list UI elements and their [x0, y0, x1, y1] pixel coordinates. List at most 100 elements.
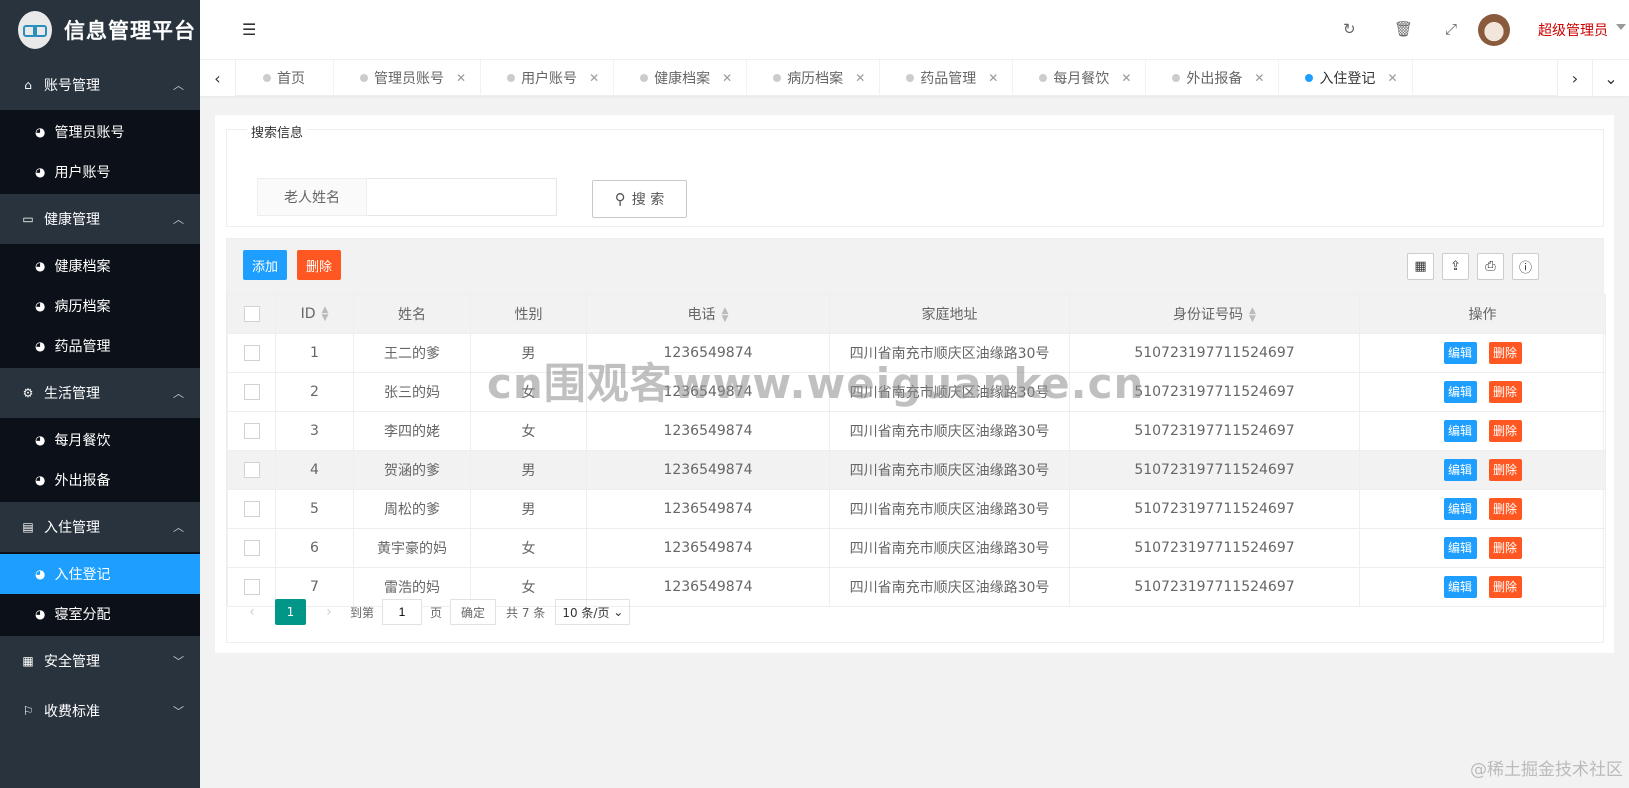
chevron-right-icon[interactable]: › [1557, 60, 1593, 96]
table-row[interactable]: 4 贺涵的爹男 1236549874 四川省南充市顺庆区油缘路30号 510723197… [227, 450, 1606, 490]
page-size-select[interactable]: 10 条/页 ⌄ [555, 599, 631, 625]
menu-head-fees[interactable]: ⚐ 收费标准 ﹀ [0, 686, 200, 736]
sidebar-item-checkin-register[interactable]: ◕ 入住登记 [0, 554, 200, 594]
sidebar-item-room-assign[interactable]: ◕ 寝室分配 [0, 594, 200, 634]
close-icon[interactable]: ✕ [988, 71, 998, 85]
tab-checkin-register[interactable]: 入住登记 ✕ [1279, 60, 1413, 96]
select-all-checkbox[interactable] [243, 306, 260, 322]
next-page-icon[interactable]: › [316, 604, 342, 620]
close-icon[interactable]: ✕ [855, 71, 865, 85]
row-checkbox[interactable] [243, 501, 260, 517]
tab-home[interactable]: 首页 [237, 60, 334, 96]
edit-button[interactable]: 编辑 [1443, 459, 1477, 481]
delete-button[interactable]: 删除 [297, 250, 341, 280]
cell-actions: 编辑 删除 [1359, 372, 1606, 412]
export-icon[interactable]: ⇪ [1442, 253, 1469, 280]
close-icon[interactable]: ✕ [456, 71, 466, 85]
sidebar-item-label: 药品管理 [54, 339, 111, 355]
page-current[interactable]: 1 [275, 599, 306, 625]
menu-head-account[interactable]: ⌂ 账号管理 ︿ [0, 60, 200, 110]
user-name[interactable]: 超级管理员 [1538, 20, 1608, 40]
col-header-idcard[interactable]: 身份证号码 ▲ ▼ [1069, 294, 1360, 334]
info-icon[interactable]: ⓘ [1512, 253, 1539, 280]
row-delete-button[interactable]: 删除 [1488, 459, 1522, 481]
tab-health-record[interactable]: 健康档案 ✕ [614, 60, 748, 96]
tab-medical-record[interactable]: 病历档案 ✕ [747, 60, 881, 96]
trash-icon[interactable]: 🗑 [1394, 20, 1413, 38]
row-checkbox[interactable] [243, 345, 260, 361]
cell-address: 四川省南充市顺庆区油缘路30号 [829, 411, 1070, 451]
row-delete-button[interactable]: 删除 [1488, 381, 1522, 403]
edit-button[interactable]: 编辑 [1443, 498, 1477, 520]
col-header-gender: 性别 [470, 294, 587, 334]
menu-head-checkin[interactable]: ▤ 入住管理 ︿ [0, 502, 200, 552]
col-header-phone[interactable]: 电话 ▲ ▼ [586, 294, 830, 334]
avatar[interactable] [1478, 14, 1510, 46]
tab-outing[interactable]: 外出报备 ✕ [1146, 60, 1280, 96]
close-icon[interactable]: ✕ [722, 71, 732, 85]
tab-dot [263, 74, 271, 82]
close-icon[interactable]: ✕ [1387, 71, 1397, 85]
table-row[interactable]: 1 王二的爹男 1236549874 四川省南充市顺庆区油缘路30号 510723197… [227, 333, 1606, 373]
row-checkbox[interactable] [243, 423, 260, 439]
edit-button[interactable]: 编辑 [1443, 537, 1477, 559]
chevron-down-icon[interactable]: ⌄ [1593, 60, 1629, 96]
print-icon[interactable]: ⎙ [1477, 253, 1504, 280]
menu-head-safety[interactable]: ▦ 安全管理 ﹀ [0, 636, 200, 686]
goto-confirm-button[interactable]: 确定 [450, 599, 497, 625]
tab-meals[interactable]: 每月餐饮 ✕ [1013, 60, 1147, 96]
close-icon[interactable]: ✕ [1121, 71, 1131, 85]
menu-head-life[interactable]: ⚙ 生活管理 ︿ [0, 368, 200, 418]
row-delete-button[interactable]: 删除 [1488, 498, 1522, 520]
sidebar-item-outing[interactable]: ◕ 外出报备 [0, 460, 200, 500]
cell-name: 王二的爹 [353, 333, 471, 373]
sidebar-item-user-account[interactable]: ◕ 用户账号 [0, 152, 200, 192]
chevron-down-icon: ﹀ [173, 705, 184, 718]
close-icon[interactable]: ✕ [1254, 71, 1264, 85]
sidebar-item-admin-account[interactable]: ◕ 管理员账号 [0, 112, 200, 152]
caret-down-icon[interactable] [1616, 24, 1626, 30]
table-row[interactable]: 2 张三的妈女 1236549874 四川省南充市顺庆区油缘路30号 510723197… [227, 372, 1606, 412]
col-header-id[interactable]: ID ▲ ▼ [275, 294, 354, 334]
row-checkbox[interactable] [243, 462, 260, 478]
row-delete-button[interactable]: 删除 [1488, 537, 1522, 559]
columns-filter-icon[interactable]: ▦ [1407, 253, 1434, 280]
table-row[interactable]: 6 黄宇豪的妈女 1236549874 四川省南充市顺庆区油缘路30号 51072319… [227, 528, 1606, 568]
app-logo[interactable]: 信息管理平台 [0, 0, 200, 60]
edit-button[interactable]: 编辑 [1443, 420, 1477, 442]
tab-dot [1039, 74, 1048, 82]
sort-icon[interactable]: ▲ ▼ [722, 307, 729, 324]
sidebar-item-health-record[interactable]: ◕ 健康档案 [0, 246, 200, 286]
sidebar-item-medical-record[interactable]: ◕ 病历档案 [0, 286, 200, 326]
row-delete-button[interactable]: 删除 [1488, 342, 1522, 364]
table-row[interactable]: 3 李四的姥女 1236549874 四川省南充市顺庆区油缘路30号 510723197… [227, 411, 1606, 451]
close-icon[interactable]: ✕ [589, 71, 599, 85]
sidebar-item-label: 管理员账号 [54, 125, 125, 141]
search-button[interactable]: ⚲ 搜 索 [592, 180, 687, 218]
tab-user-account[interactable]: 用户账号 ✕ [481, 60, 615, 96]
add-button[interactable]: 添加 [243, 250, 287, 280]
chevron-left-icon[interactable]: ‹ [200, 60, 236, 96]
sidebar-item-meals[interactable]: ◕ 每月餐饮 [0, 420, 200, 460]
edit-button[interactable]: 编辑 [1443, 381, 1477, 403]
cell-gender: 男 [470, 450, 587, 490]
search-input[interactable] [367, 178, 557, 216]
refresh-icon[interactable]: ↻ [1343, 20, 1356, 38]
tab-medicine[interactable]: 药品管理 ✕ [880, 60, 1014, 96]
dashboard-icon: ◕ [35, 339, 46, 353]
goto-page-input[interactable] [382, 599, 423, 625]
prev-page-icon[interactable]: ‹ [239, 604, 265, 620]
tab-admin-account[interactable]: 管理员账号 ✕ [334, 60, 482, 96]
row-checkbox[interactable] [243, 384, 260, 400]
sort-icon[interactable]: ▲ ▼ [322, 306, 329, 323]
row-delete-button[interactable]: 删除 [1488, 420, 1522, 442]
row-checkbox[interactable] [243, 540, 260, 556]
dashboard-icon: ◕ [35, 125, 46, 139]
menu-toggle-icon[interactable]: ☰ [242, 20, 256, 39]
table-row[interactable]: 5 周松的爹男 1236549874 四川省南充市顺庆区油缘路30号 510723197… [227, 489, 1606, 529]
menu-head-health[interactable]: ▭ 健康管理 ︿ [0, 194, 200, 244]
fullscreen-icon[interactable]: ⤢ [1445, 20, 1457, 38]
edit-button[interactable]: 编辑 [1443, 342, 1477, 364]
sort-icon[interactable]: ▲ ▼ [1249, 307, 1256, 324]
sidebar-item-medicine[interactable]: ◕ 药品管理 [0, 326, 200, 366]
